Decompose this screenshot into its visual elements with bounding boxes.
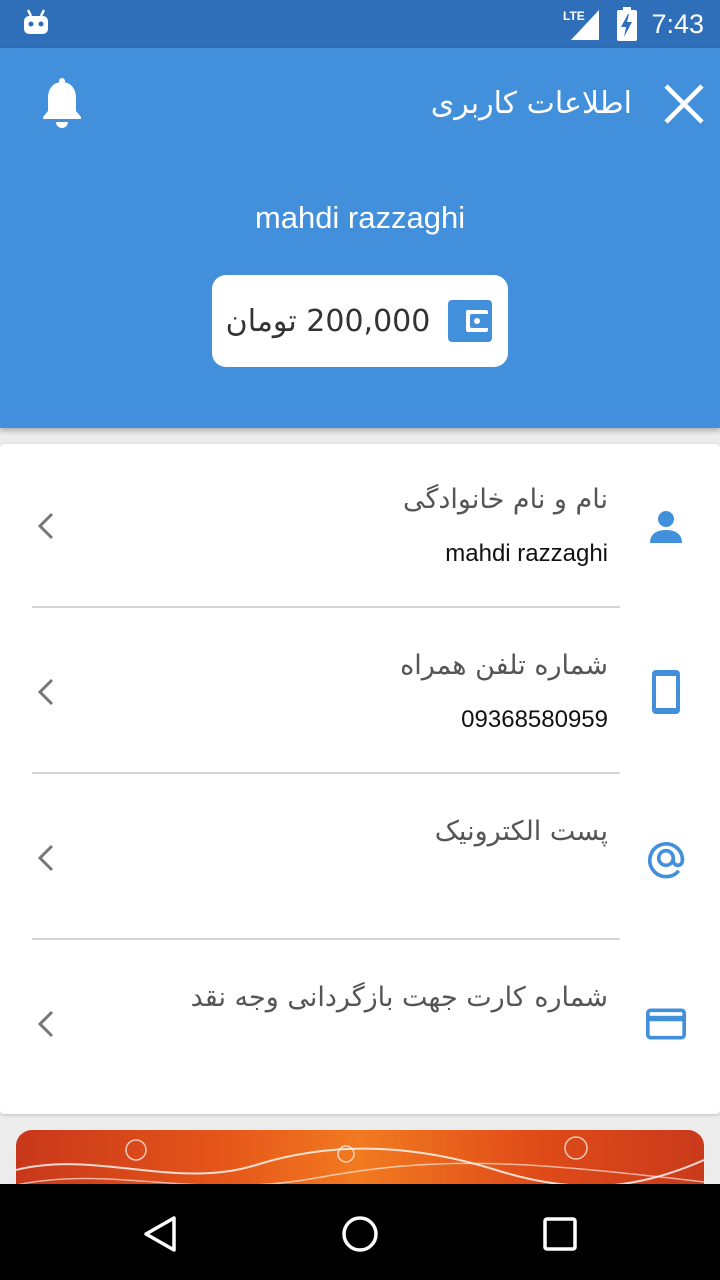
android-debug-icon <box>24 9 48 34</box>
chevron-left-icon <box>37 1010 54 1038</box>
wallet-amount: 200,000 تومان <box>225 303 431 339</box>
user-info-card: نام و نام خانوادگی mahdi razzaghi شماره … <box>0 444 720 1114</box>
divider <box>32 938 620 940</box>
phone-icon <box>652 670 680 714</box>
wallet-icon <box>448 300 493 342</box>
back-icon[interactable] <box>140 1214 180 1254</box>
divider <box>32 606 620 608</box>
person-icon <box>650 511 682 543</box>
credit-card-icon <box>646 1008 686 1040</box>
field-row-email[interactable]: پست الکترونیک <box>0 776 720 942</box>
field-label: پست الکترونیک <box>434 816 608 847</box>
signal-lte-icon: LTE <box>563 9 600 40</box>
field-row-mobile-phone[interactable]: شماره تلفن همراه 09368580959 <box>0 610 720 776</box>
field-label: شماره تلفن همراه <box>400 650 608 681</box>
header-username: mahdi razzaghi <box>254 200 466 235</box>
divider <box>32 772 620 774</box>
field-value: 09368580959 <box>461 706 608 733</box>
notification-bell-icon[interactable] <box>40 78 84 130</box>
page-title: اطلاعات کاربری <box>430 86 632 121</box>
status-bar: LTE 7:43 <box>0 0 720 48</box>
wallet-balance-button[interactable]: 200,000 تومان <box>212 275 508 367</box>
svg-text:LTE: LTE <box>563 9 585 23</box>
clock: 7:43 <box>651 8 704 39</box>
profile-header: اطلاعات کاربری mahdi razzaghi 200,000 تو… <box>0 48 720 428</box>
field-label: نام و نام خانوادگی <box>403 484 608 515</box>
at-sign-icon <box>647 842 685 879</box>
system-navigation-bar <box>0 1184 720 1280</box>
chevron-left-icon <box>37 512 54 540</box>
close-icon[interactable] <box>662 82 706 126</box>
recent-apps-icon[interactable] <box>540 1214 580 1254</box>
field-label: شماره کارت جهت بازگردانی وجه نقد <box>190 982 608 1013</box>
battery-charging-icon <box>617 7 638 41</box>
field-row-card-number[interactable]: شماره کارت جهت بازگردانی وجه نقد <box>0 942 720 1108</box>
chevron-left-icon <box>37 844 54 872</box>
field-row-full-name[interactable]: نام و نام خانوادگی mahdi razzaghi <box>0 444 720 610</box>
field-value: mahdi razzaghi <box>445 540 608 567</box>
chevron-left-icon <box>37 678 54 706</box>
home-icon[interactable] <box>340 1214 380 1254</box>
